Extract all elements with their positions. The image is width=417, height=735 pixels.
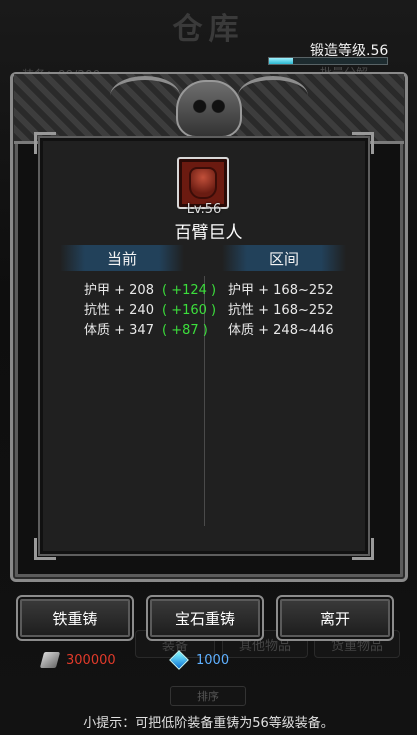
- horn-left-ornament: [110, 76, 180, 116]
- gem-currency: 1000: [169, 650, 230, 670]
- corner-ornament: [34, 132, 56, 154]
- range-column-header: 区间: [222, 245, 346, 271]
- iron-recast-button[interactable]: 铁重铸: [16, 595, 134, 641]
- corner-ornament: [352, 132, 374, 154]
- range-stat-resistance: 抗性 + 168~252: [228, 303, 334, 318]
- stat-diff: ( +160 ): [161, 303, 217, 318]
- sort-button: 排序: [170, 686, 246, 706]
- stat-label: 抗性 + 240: [84, 303, 154, 318]
- stat-label: 体质 + 347: [84, 323, 154, 338]
- stat-diff: ( +87 ): [161, 323, 208, 338]
- horn-right-ornament: [238, 76, 308, 116]
- current-stat-resistance: 抗性 + 240 ( +160 ): [84, 299, 216, 318]
- armor-icon: [189, 167, 217, 199]
- item-name: 百臂巨人: [174, 223, 243, 243]
- corner-ornament: [34, 538, 56, 560]
- range-stat-constitution: 体质 + 248~446: [228, 323, 334, 338]
- stat-label: 护甲 + 208: [84, 283, 154, 298]
- leave-button[interactable]: 离开: [276, 595, 394, 641]
- current-column-header: 当前: [60, 245, 184, 271]
- stat-diff: ( +124 ): [161, 283, 217, 298]
- range-stat-armor: 护甲 + 168~252: [228, 283, 334, 298]
- forge-progress-fill: [269, 58, 293, 64]
- current-stat-constitution: 体质 + 347 ( +87 ): [84, 319, 208, 338]
- hint-text: 小提示：可把低阶装备重铸为56等级装备。: [83, 716, 334, 731]
- corner-ornament: [352, 538, 374, 560]
- iron-currency: 300000: [39, 650, 116, 670]
- iron-amount: 300000: [66, 652, 116, 668]
- current-stat-armor: 护甲 + 208 ( +124 ): [84, 279, 216, 298]
- skull-icon: [176, 80, 242, 138]
- gem-amount: 1000: [196, 652, 230, 668]
- forge-progress-bar: [268, 57, 388, 65]
- gem-icon: [169, 650, 189, 670]
- iron-icon: [39, 652, 61, 668]
- item-level: Lv.56: [186, 202, 222, 217]
- gem-recast-button[interactable]: 宝石重铸: [146, 595, 264, 641]
